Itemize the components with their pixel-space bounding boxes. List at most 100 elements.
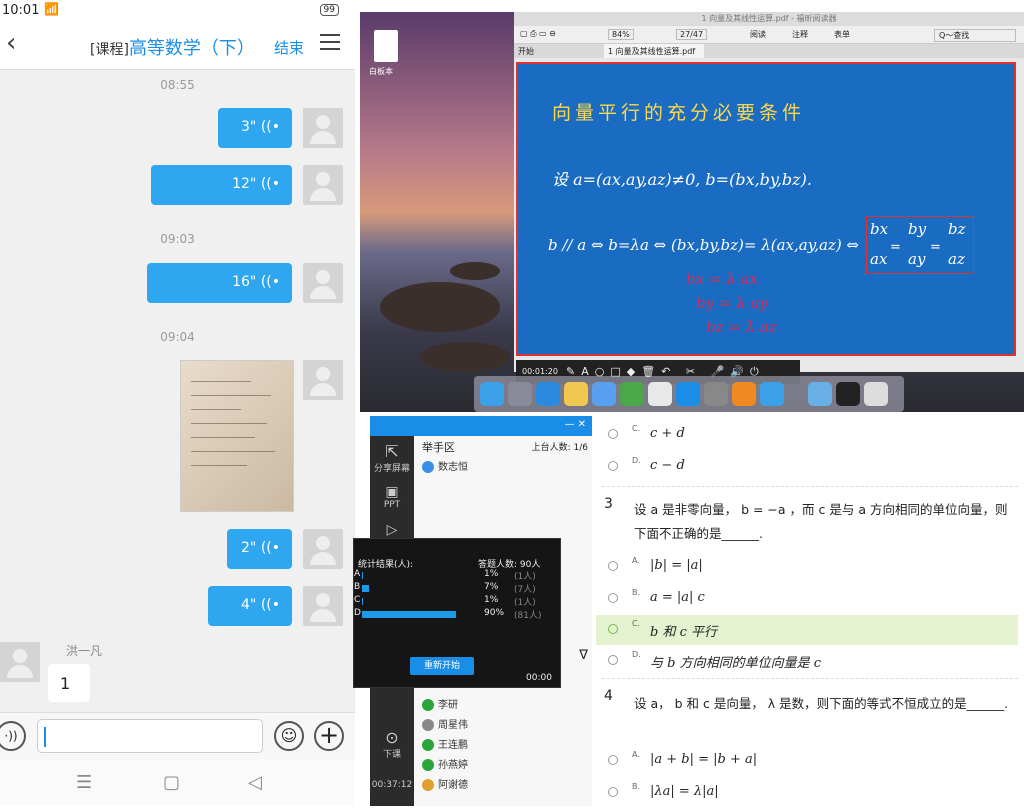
fraction-denominator: ay xyxy=(908,250,926,268)
share-screen-icon[interactable]: ⇱ xyxy=(370,442,414,461)
student-item[interactable]: 阿谢德 xyxy=(422,776,468,791)
stats-option-label: B xyxy=(354,582,361,592)
stats-row: D 90% (81人) xyxy=(354,608,562,621)
launchpad-icon[interactable] xyxy=(508,382,532,406)
trash-icon[interactable] xyxy=(864,382,888,406)
voice-message[interactable]: 12" ((• xyxy=(151,165,292,205)
app-icon[interactable] xyxy=(648,382,672,406)
tab-start[interactable]: 开始 xyxy=(518,46,534,57)
avatar[interactable] xyxy=(303,360,343,400)
search-input[interactable]: Q～查找 xyxy=(934,29,1016,42)
recents-icon[interactable]: ☰ xyxy=(76,772,92,793)
ppt-icon[interactable]: ▣ xyxy=(370,484,414,500)
stats-row: B 7% (7人) xyxy=(354,582,562,595)
stats-count: (7人) xyxy=(514,585,536,595)
class-end-icon[interactable]: ⊙ xyxy=(370,728,414,747)
student-item[interactable]: 孙燕婷 xyxy=(422,756,468,771)
stats-bar xyxy=(362,598,364,605)
restart-button[interactable]: 重新开始 xyxy=(410,657,474,675)
form-button[interactable]: 表单 xyxy=(834,29,850,40)
zoom-select[interactable]: 84% xyxy=(608,29,634,40)
student-item[interactable]: 李研 xyxy=(422,696,458,711)
preferences-icon[interactable] xyxy=(704,382,728,406)
stats-row: C 1% (1人) xyxy=(354,595,562,608)
voice-message[interactable]: 3" ((• xyxy=(218,108,292,148)
fraction-numerator: bz xyxy=(948,220,966,238)
fraction-denominator: az xyxy=(948,250,965,268)
back-icon[interactable]: ‹ xyxy=(6,28,16,58)
app-icon[interactable] xyxy=(760,382,784,406)
text-message[interactable]: 1 xyxy=(48,664,90,702)
student-item[interactable]: 王连鹏 xyxy=(422,736,468,751)
safari-icon[interactable] xyxy=(536,382,560,406)
slide-page: 向量平行的充分必要条件 设 a=(ax,ay,az)≠0, b=(bx,by,b… xyxy=(516,62,1016,356)
play-icon[interactable]: ▷ xyxy=(370,522,414,538)
message-input[interactable] xyxy=(37,719,263,753)
chat-title: [课程]高等数学（下） xyxy=(90,38,255,59)
option-c[interactable]: C. c + d xyxy=(596,420,1018,450)
avatar[interactable] xyxy=(303,108,343,148)
page-input[interactable]: 27/47 xyxy=(676,29,708,40)
avatar[interactable] xyxy=(303,586,343,626)
read-button[interactable]: 阅读 xyxy=(750,29,766,40)
stats-timer: 00:00 xyxy=(526,673,552,683)
filter-icon[interactable]: ∇ xyxy=(579,648,588,663)
sender-name: 洪一凡 xyxy=(66,644,103,658)
toolbar-icons[interactable]: ▢ ⎙ ▭ ⊖ xyxy=(520,29,556,39)
end-button[interactable]: 结束 xyxy=(274,37,304,58)
signal-icon: 📶 xyxy=(44,2,59,16)
ppt-label[interactable]: PPT xyxy=(370,500,414,510)
shared-screen: 白板本 1 向量及其线性运算.pdf - 福昕阅读器 ▢ ⎙ ▭ ⊖ 84% 2… xyxy=(360,12,1024,412)
app-icon[interactable] xyxy=(564,382,588,406)
photo-message[interactable] xyxy=(180,360,294,512)
option-b[interactable]: B. a = |a| c xyxy=(596,584,1018,614)
answer-stats-popup: 统计结果(人): 答题人数: 90人 A 1% (1人) B 7% (7人) C 1% (1人)… xyxy=(353,538,561,688)
avatar[interactable] xyxy=(0,642,40,682)
tab-file[interactable]: 1 向量及其线性运算.pdf xyxy=(604,44,704,58)
pdf-app-icon[interactable] xyxy=(732,382,756,406)
app-icon[interactable] xyxy=(620,382,644,406)
emoji-icon[interactable]: ☺ xyxy=(274,721,304,751)
app-icon[interactable] xyxy=(836,382,860,406)
quiz-panel: C. c + d D. c − d 3 设 a 是非零向量， b = −a ，而 c… xyxy=(596,416,1024,806)
window-title: 1 向量及其线性运算.pdf - 福昕阅读器 xyxy=(514,12,1024,26)
stats-option-label: D xyxy=(354,608,361,618)
question-number: 3 xyxy=(604,496,613,512)
question-text: 设 a， b 和 c 是向量， λ 是数，则下面的等式不恒成立的是______. xyxy=(634,696,1009,711)
student-item[interactable]: 数志恒 xyxy=(422,458,468,473)
note-button[interactable]: 注释 xyxy=(792,29,808,40)
app-icon[interactable] xyxy=(592,382,616,406)
handwritten-note: by = λ ay xyxy=(696,294,768,312)
folder-icon[interactable] xyxy=(808,382,832,406)
home-icon[interactable]: ▢ xyxy=(163,772,180,793)
back-nav-icon[interactable]: ◁ xyxy=(248,772,262,793)
finder-icon[interactable] xyxy=(480,382,504,406)
question-text: 设 a 是非零向量， b = −a ，而 c 是与 a 方向相同的单位向量，则下… xyxy=(634,502,1008,541)
share-screen-label[interactable]: 分享屏幕 xyxy=(370,461,414,474)
class-end-label[interactable]: 下课 xyxy=(370,747,414,760)
add-icon[interactable]: + xyxy=(314,721,344,751)
fraction-numerator: bx xyxy=(870,220,889,238)
stats-option-label: C xyxy=(354,595,361,605)
option-d[interactable]: D. c − d xyxy=(596,452,1018,482)
avatar[interactable] xyxy=(303,529,343,569)
app-store-icon[interactable] xyxy=(676,382,700,406)
input-bar: ·)) ☺ + xyxy=(0,712,355,760)
avatar[interactable] xyxy=(303,263,343,303)
option-a[interactable]: A. |b| = |a| xyxy=(596,552,1018,582)
voice-message[interactable]: 2" ((• xyxy=(227,529,292,569)
option-a[interactable]: A. |a + b| = |b + a| xyxy=(596,746,1018,776)
menu-icon[interactable] xyxy=(320,34,340,50)
close-icon[interactable]: — ✕ xyxy=(564,419,586,430)
file-icon[interactable] xyxy=(374,30,398,62)
stats-count: (1人) xyxy=(514,598,536,608)
option-c-selected[interactable]: C. b 和 c 平行 xyxy=(596,615,1018,645)
voice-message[interactable]: 4" ((• xyxy=(208,586,292,626)
voice-input-icon[interactable]: ·)) xyxy=(0,721,26,751)
avatar[interactable] xyxy=(303,165,343,205)
student-item[interactable]: 周星伟 xyxy=(422,716,468,731)
option-d[interactable]: D. 与 b 方向相同的单位向量是 c xyxy=(596,646,1018,676)
option-b[interactable]: B. |λa| = λ|a| xyxy=(596,778,1018,808)
stats-percent: 1% xyxy=(484,569,499,579)
voice-message[interactable]: 16" ((• xyxy=(147,263,292,303)
